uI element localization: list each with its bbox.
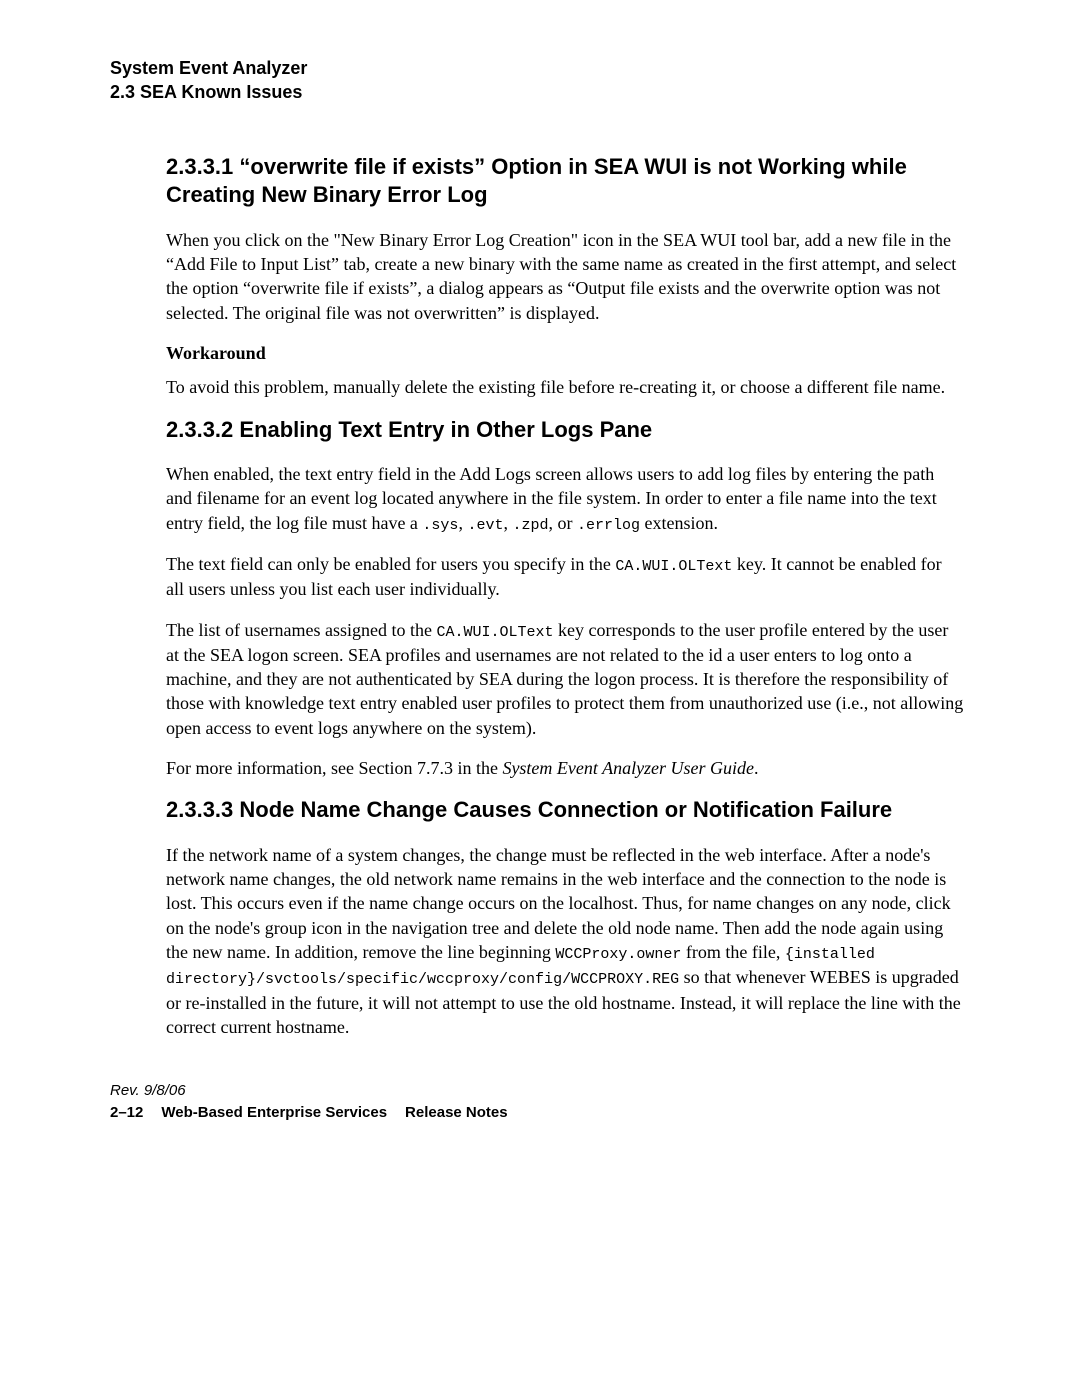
text-run: For more information, see Section 7.7.3 … xyxy=(166,758,502,778)
section-2332-p1: When enabled, the text entry field in th… xyxy=(166,462,964,536)
section-2332-title: 2.3.3.2 Enabling Text Entry in Other Log… xyxy=(166,416,964,445)
section-2331-title: 2.3.3.1 “overwrite file if exists” Optio… xyxy=(166,153,964,210)
page-footer: Rev. 9/8/06 2–12 Web-Based Enterprise Ser… xyxy=(110,1081,970,1124)
text-run: The list of usernames assigned to the xyxy=(166,620,436,640)
section-2332-p4: For more information, see Section 7.7.3 … xyxy=(166,756,964,780)
section-2332-p2: The text field can only be enabled for u… xyxy=(166,552,964,602)
section-2331-p1: When you click on the "New Binary Error … xyxy=(166,228,964,325)
text-run: . xyxy=(754,758,759,778)
code-ext-evt: .evt xyxy=(467,517,503,534)
code-key-oltext: CA.WUI.OLText xyxy=(615,558,732,575)
footer-doc-title: Web-Based Enterprise Services xyxy=(161,1104,387,1121)
code-key-oltext-2: CA.WUI.OLText xyxy=(436,624,553,641)
code-ext-sys: .sys xyxy=(422,517,458,534)
footer-line2: 2–12 Web-Based Enterprise Services Release… xyxy=(110,1103,970,1123)
footer-doc-sub: Release Notes xyxy=(405,1104,508,1121)
code-ext-zpd: .zpd xyxy=(512,517,548,534)
text-run: If the network name of a system changes,… xyxy=(166,845,951,962)
doc-ref-user-guide: System Event Analyzer User Guide xyxy=(502,758,754,778)
section-2333-p1: If the network name of a system changes,… xyxy=(166,843,964,1039)
section-2333-title: 2.3.3.3 Node Name Change Causes Connecti… xyxy=(166,796,964,825)
running-header-line1: System Event Analyzer xyxy=(110,56,970,80)
running-header: System Event Analyzer 2.3 SEA Known Issu… xyxy=(110,56,970,105)
section-2332-p3: The list of usernames assigned to the CA… xyxy=(166,618,964,740)
text-run: from the file, xyxy=(681,942,784,962)
code-ext-errlog: .errlog xyxy=(577,517,640,534)
text-run: extension. xyxy=(640,513,718,533)
running-header-line2: 2.3 SEA Known Issues xyxy=(110,80,970,104)
footer-page-number: 2–12 xyxy=(110,1104,143,1121)
text-run: The text field can only be enabled for u… xyxy=(166,554,615,574)
workaround-label: Workaround xyxy=(166,341,964,365)
footer-revision: Rev. 9/8/06 xyxy=(110,1081,970,1101)
code-wccproxy-owner: WCCProxy.owner xyxy=(555,946,681,963)
text-run: , or xyxy=(548,513,577,533)
section-2331-p2: To avoid this problem, manually delete t… xyxy=(166,375,964,399)
page-body: 2.3.3.1 “overwrite file if exists” Optio… xyxy=(166,153,964,1040)
